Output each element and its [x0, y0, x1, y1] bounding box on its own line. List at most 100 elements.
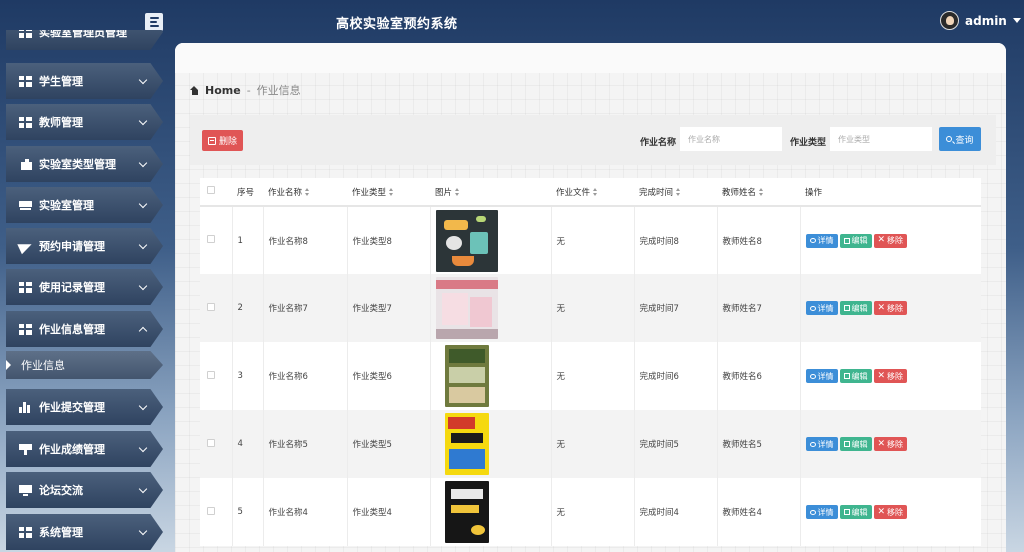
user-name[interactable]: admin	[965, 14, 1007, 28]
detail-button[interactable]: 详情	[805, 369, 838, 383]
sort-icon[interactable]	[593, 188, 598, 196]
sort-icon[interactable]	[759, 188, 764, 196]
edit-icon	[843, 237, 850, 244]
sidebar-item-teachers[interactable]: 教师管理	[6, 104, 163, 140]
sort-icon[interactable]	[305, 188, 310, 196]
search-button[interactable]: 查询	[939, 127, 981, 151]
close-icon: ✕	[877, 302, 886, 313]
chevron-up-icon	[138, 326, 148, 336]
edit-button[interactable]: 编辑	[839, 233, 872, 248]
sidebar-item-submissions[interactable]: 作业提交管理	[6, 389, 163, 425]
edit-button[interactable]: 编辑	[839, 369, 872, 383]
row-checkbox[interactable]	[207, 438, 215, 447]
column-header-name[interactable]: 作业名称	[263, 178, 347, 207]
sort-icon[interactable]	[389, 188, 394, 196]
name-filter-input[interactable]	[680, 127, 782, 151]
type-filter-input[interactable]	[830, 127, 932, 151]
column-header-index: 序号	[232, 178, 263, 207]
sidebar-item-system[interactable]: 系统管理	[6, 514, 163, 550]
cell-teacher: 教师姓名8	[717, 206, 801, 274]
detail-button[interactable]: 详情	[805, 233, 838, 248]
cell-type: 作业类型4	[347, 478, 431, 546]
sidebar-item-assignments[interactable]: 作业信息管理	[6, 311, 163, 347]
column-header-type[interactable]: 作业类型	[347, 178, 430, 207]
delete-button[interactable]: 删除	[202, 130, 244, 151]
drive-icon	[19, 199, 32, 211]
cell-index: 4	[232, 410, 264, 478]
row-checkbox[interactable]	[207, 506, 215, 515]
user-menu[interactable]: admin	[940, 11, 1021, 30]
sidebar-subitem-assignment-info[interactable]: 作业信息	[6, 351, 163, 379]
cell-time: 完成时间8	[634, 206, 718, 274]
bar-chart-icon	[19, 401, 32, 413]
book-cover-green[interactable]	[444, 345, 489, 407]
column-header-teacher[interactable]: 教师姓名	[717, 178, 800, 207]
science-lab-illustration[interactable]	[435, 209, 498, 272]
avatar[interactable]	[940, 11, 959, 30]
cell-index: 2	[232, 274, 264, 342]
cell-file: 无	[551, 410, 635, 478]
row-select-cell[interactable]	[200, 478, 233, 546]
sort-icon[interactable]	[455, 188, 460, 196]
cell-time: 完成时间4	[634, 478, 718, 546]
caret-down-icon[interactable]	[1012, 18, 1021, 23]
column-header-file[interactable]: 作业文件	[551, 178, 634, 207]
remove-button[interactable]: ✕ 移除	[873, 369, 908, 383]
menu-toggle-icon[interactable]	[145, 13, 163, 31]
column-header-image[interactable]: 图片	[430, 178, 551, 207]
sidebar-item-usage-records[interactable]: 使用记录管理	[6, 269, 163, 305]
row-checkbox[interactable]	[207, 235, 215, 243]
minus-square-icon	[208, 136, 216, 145]
remove-button[interactable]: ✕ 移除	[873, 505, 908, 519]
sidebar-item-lab-admin[interactable]: 实验室管理员管理	[6, 30, 163, 50]
detail-button[interactable]: 详情	[805, 437, 838, 451]
sidebar-item-students[interactable]: 学生管理	[6, 63, 163, 99]
chevron-down-icon	[138, 281, 148, 291]
book-cover-pink[interactable]	[435, 277, 498, 339]
edit-button[interactable]: 编辑	[839, 505, 872, 519]
sort-icon[interactable]	[676, 188, 681, 196]
sidebar-item-lab-types[interactable]: 实验室类型管理	[6, 146, 163, 182]
cell-image	[430, 478, 552, 546]
search-icon	[946, 136, 953, 142]
eye-icon	[809, 373, 816, 379]
grid-icon	[19, 323, 32, 335]
row-select-cell[interactable]	[200, 410, 233, 478]
row-select-cell[interactable]	[200, 342, 233, 410]
cell-name: 作业名称8	[263, 206, 348, 274]
row-select-cell[interactable]	[200, 206, 233, 274]
sidebar-item-grades[interactable]: 作业成绩管理	[6, 431, 163, 467]
sidebar-item-labs[interactable]: 实验室管理	[6, 187, 163, 223]
cell-image	[430, 274, 552, 342]
select-all-checkbox[interactable]	[207, 186, 215, 194]
paper-plane-icon	[19, 241, 32, 252]
name-filter-label: 作业名称	[640, 138, 677, 148]
row-checkbox[interactable]	[207, 302, 215, 311]
edit-button[interactable]: 编辑	[839, 437, 872, 451]
cell-teacher: 教师姓名7	[717, 274, 801, 342]
remove-button[interactable]: ✕ 移除	[873, 437, 908, 451]
breadcrumb-home[interactable]: Home	[205, 84, 241, 97]
cell-actions: 详情 编辑 ✕ 移除	[800, 206, 981, 274]
remove-button[interactable]: ✕ 移除	[873, 233, 908, 248]
book-cover-dark[interactable]	[444, 481, 489, 543]
edit-button[interactable]: 编辑	[839, 301, 872, 315]
row-select-cell[interactable]	[200, 274, 233, 342]
main-panel: Home - 作业信息 删除 作业名称 作业类型 查询 序号	[175, 43, 1006, 552]
chevron-down-icon	[138, 484, 148, 494]
remove-button[interactable]: ✕ 移除	[873, 301, 908, 315]
sidebar-item-forum[interactable]: 论坛交流	[6, 472, 163, 508]
detail-button[interactable]: 详情	[805, 505, 838, 519]
cell-type: 作业类型6	[347, 342, 431, 410]
row-checkbox[interactable]	[207, 370, 215, 379]
select-all-cell[interactable]	[200, 178, 232, 207]
chevron-down-icon	[138, 75, 148, 85]
detail-button[interactable]: 详情	[805, 301, 838, 315]
breadcrumb: Home - 作业信息	[190, 82, 301, 98]
column-header-time[interactable]: 完成时间	[634, 178, 717, 207]
book-cover-yellow[interactable]	[444, 413, 489, 475]
eye-icon	[809, 238, 816, 243]
sidebar-item-reservations[interactable]: 预约申请管理	[6, 228, 163, 264]
edit-icon	[843, 509, 850, 515]
assignment-table: 序号 作业名称 作业类型 图片 作业文件 完成时间 教师姓名 操作 1 作业名称…	[200, 178, 981, 552]
